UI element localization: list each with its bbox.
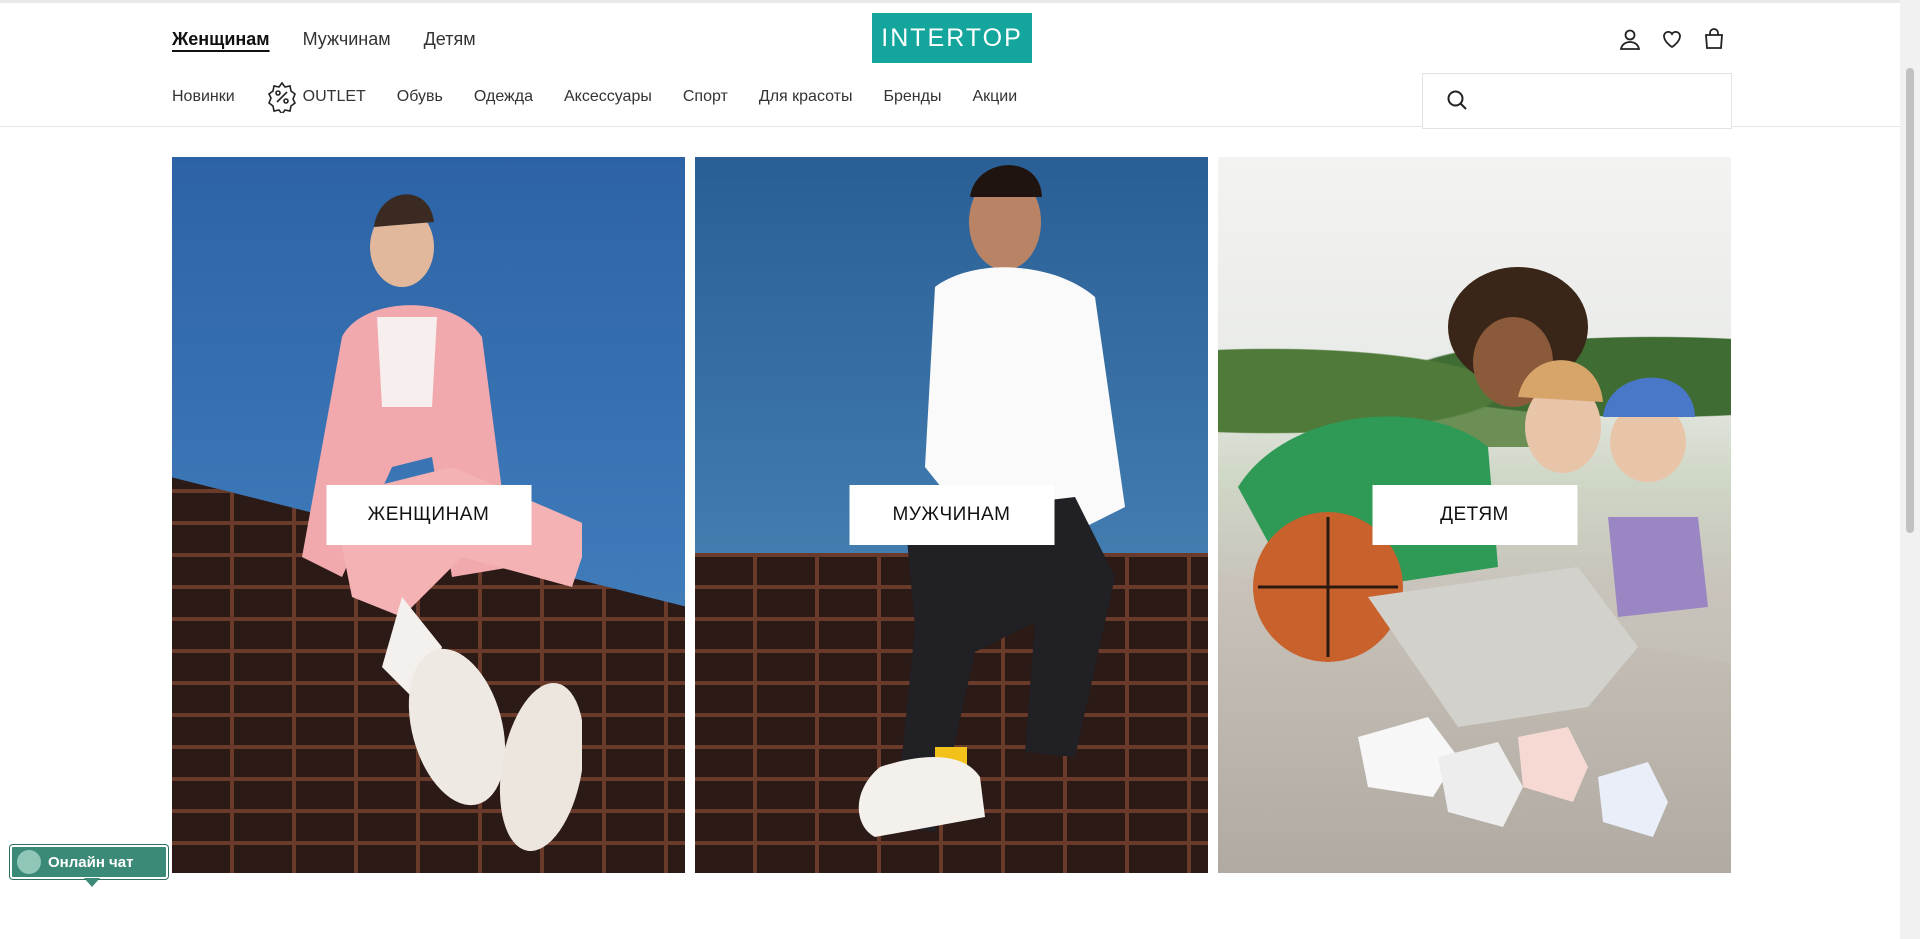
page-scrollbar[interactable] [1900, 0, 1920, 939]
intertop-logo[interactable]: INTERTOP [872, 13, 1032, 63]
nav-brands[interactable]: Бренды [884, 85, 942, 109]
gender-nav: Женщинам Мужчинам Детям [172, 27, 476, 51]
nav-clothing[interactable]: Одежда [474, 85, 533, 109]
search-input[interactable] [1485, 74, 1731, 128]
nav-shoes-label: Обувь [396, 88, 443, 105]
nav-outlet[interactable]: OUTLET [266, 81, 366, 113]
banner-kids-button[interactable]: ДЕТЯМ [1372, 485, 1577, 545]
banner-women-button[interactable]: ЖЕНЩИНАМ [326, 485, 531, 545]
nav-sport[interactable]: Спорт [683, 85, 728, 109]
scrollbar-thumb[interactable] [1906, 68, 1914, 533]
chat-avatar [17, 850, 41, 874]
nav-new[interactable]: Новинки [172, 85, 235, 109]
nav-accessories-label: Аксессуары [563, 88, 652, 105]
nav-shoes[interactable]: Обувь [397, 85, 443, 109]
nav-new-label: Новинки [172, 88, 235, 105]
chat-label: Онлайн чат [48, 853, 134, 871]
gender-tab-kids[interactable]: Детям [424, 27, 476, 51]
user-actions [1616, 25, 1728, 53]
online-chat-button[interactable]: Онлайн чат [10, 845, 168, 887]
category-nav: Новинки OUTLET Обувь Одежда Аксессуары С… [172, 81, 1048, 113]
category-banners: ЖЕНЩИНАМ МУЖЧИНАМ ДЕТЯМ [172, 157, 1731, 873]
kids-figure-image [1238, 267, 1708, 837]
banner-men[interactable]: МУЖЧИНАМ [695, 157, 1208, 873]
heart-icon[interactable] [1658, 25, 1686, 53]
chat-tail [84, 878, 100, 887]
nav-sales[interactable]: Акции [972, 85, 1017, 109]
site-header: Женщинам Мужчинам Детям INTERTOP Новинки… [0, 3, 1900, 129]
gender-tab-women[interactable]: Женщинам [172, 27, 270, 51]
nav-clothing-label: Одежда [473, 88, 533, 105]
nav-brands-label: Бренды [883, 88, 942, 105]
nav-beauty[interactable]: Для красоты [759, 85, 853, 109]
banner-women[interactable]: ЖЕНЩИНАМ [172, 157, 685, 873]
search-icon[interactable] [1445, 88, 1471, 114]
percent-badge-icon [266, 81, 298, 113]
banner-kids[interactable]: ДЕТЯМ [1218, 157, 1731, 873]
banner-men-button[interactable]: МУЖЧИНАМ [849, 485, 1054, 545]
nav-sport-label: Спорт [682, 88, 728, 105]
bag-icon[interactable] [1700, 25, 1728, 53]
nav-accessories[interactable]: Аксессуары [564, 85, 652, 109]
account-icon[interactable] [1616, 25, 1644, 53]
nav-outlet-label: OUTLET [302, 88, 366, 105]
search-box[interactable] [1422, 73, 1732, 129]
nav-beauty-label: Для красоты [758, 88, 853, 105]
gender-tab-men[interactable]: Мужчинам [303, 27, 391, 51]
nav-sales-label: Акции [972, 88, 1018, 105]
